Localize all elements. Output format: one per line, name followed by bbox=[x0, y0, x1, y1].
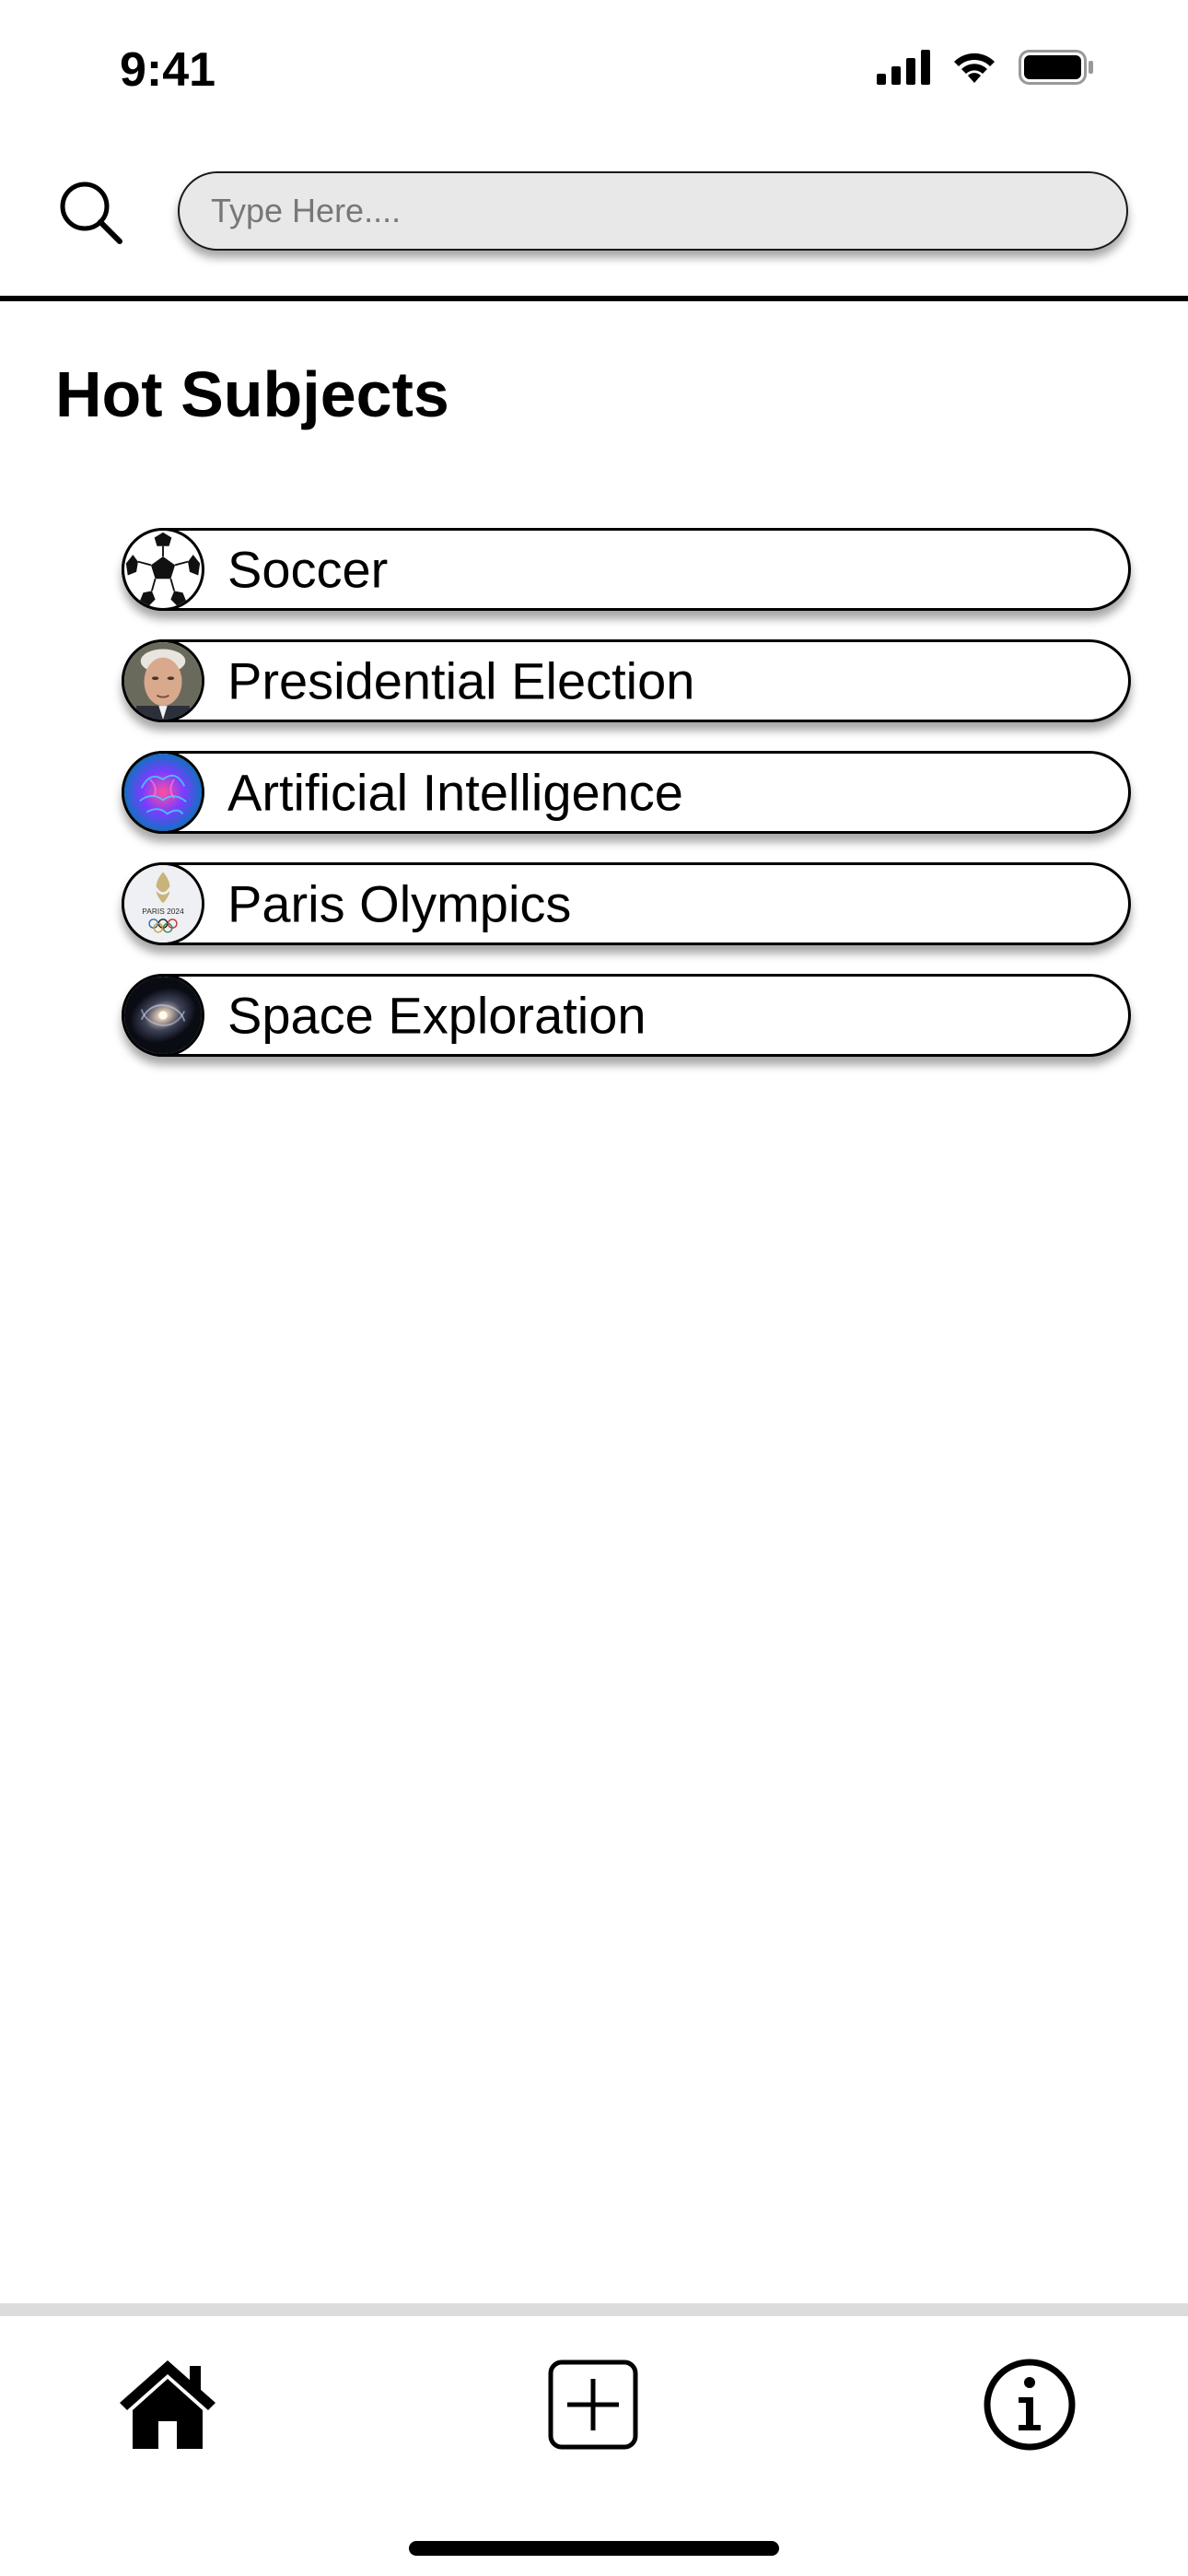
tab-info[interactable] bbox=[974, 2349, 1085, 2460]
info-icon bbox=[974, 2349, 1085, 2460]
tab-bar bbox=[0, 2303, 1188, 2576]
page-title: Hot Subjects bbox=[55, 358, 449, 430]
home-indicator[interactable] bbox=[409, 2541, 779, 2556]
tab-bar-divider bbox=[0, 2303, 1188, 2316]
status-icons bbox=[877, 50, 1094, 89]
plus-square-icon bbox=[538, 2349, 648, 2460]
topic-item-presidential-election[interactable]: Presidential Election bbox=[122, 639, 1131, 722]
header-divider bbox=[0, 296, 1188, 301]
portrait-thumbnail bbox=[122, 639, 204, 722]
topic-item-soccer[interactable]: Soccer bbox=[122, 528, 1131, 611]
svg-text:PARIS 2024: PARIS 2024 bbox=[142, 907, 184, 916]
topic-label: Space Exploration bbox=[227, 986, 646, 1045]
topic-item-artificial-intelligence[interactable]: Artificial Intelligence bbox=[122, 751, 1131, 834]
tab-add[interactable] bbox=[538, 2349, 648, 2460]
wifi-icon bbox=[950, 50, 998, 89]
cellular-signal-icon bbox=[877, 50, 930, 89]
battery-icon bbox=[1019, 50, 1094, 89]
status-time: 9:41 bbox=[120, 43, 216, 97]
topic-label: Presidential Election bbox=[227, 651, 695, 710]
topic-label: Artificial Intelligence bbox=[227, 763, 683, 822]
topic-label: Soccer bbox=[227, 540, 389, 599]
search-icon[interactable] bbox=[55, 177, 125, 247]
search-bar bbox=[0, 166, 1188, 258]
tab-home[interactable] bbox=[112, 2349, 223, 2460]
home-icon bbox=[112, 2349, 223, 2460]
topics-list: Soccer Presidential Election Artificial … bbox=[122, 528, 1133, 1085]
topic-item-paris-olympics[interactable]: PARIS 2024 Paris Olympics bbox=[122, 862, 1131, 945]
topic-label: Paris Olympics bbox=[227, 874, 572, 933]
status-bar: 9:41 bbox=[0, 0, 1188, 138]
search-input[interactable] bbox=[178, 171, 1128, 251]
galaxy-thumbnail bbox=[122, 974, 204, 1057]
topic-item-space-exploration[interactable]: Space Exploration bbox=[122, 974, 1131, 1057]
soccer-ball-icon bbox=[122, 528, 204, 611]
paris-2024-logo-thumbnail: PARIS 2024 bbox=[122, 862, 204, 945]
brain-thumbnail bbox=[122, 751, 204, 834]
